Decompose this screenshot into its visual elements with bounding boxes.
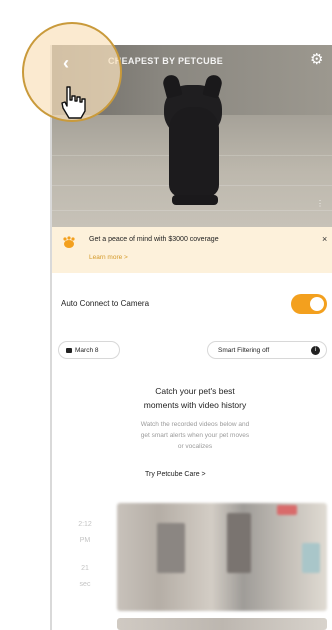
- time-label: sec: [79, 581, 91, 588]
- thumb-shape: [227, 513, 251, 573]
- date-filter-chip[interactable]: March 8: [58, 341, 120, 359]
- dog-feet: [172, 195, 218, 205]
- promo-title-line: moments with video history: [143, 400, 247, 410]
- time-label: PM: [79, 537, 91, 544]
- dots-icon[interactable]: ⋮: [316, 200, 324, 208]
- info-icon: i: [311, 346, 320, 355]
- promo-desc-line: Watch the recorded videos below and: [140, 421, 250, 428]
- hand-cursor-icon: [61, 86, 86, 119]
- try-petcube-care-link[interactable]: Try Petcube Care >: [145, 471, 206, 478]
- thumb-shape: [302, 543, 320, 573]
- toggle-knob: [310, 297, 324, 311]
- calendar-icon: [66, 348, 72, 353]
- promo-description: Watch the recorded videos below and get …: [97, 419, 293, 452]
- paw-icon: [63, 236, 75, 248]
- date-label: March 8: [75, 347, 99, 354]
- close-icon[interactable]: ×: [322, 234, 327, 244]
- banner-text: Get a peace of mind with $3000 coverage: [89, 236, 219, 243]
- promo-desc-line: or vocalizes: [177, 443, 213, 450]
- thumb-shape: [157, 523, 185, 573]
- floor-line: [52, 210, 332, 211]
- smart-filter-chip[interactable]: Smart Filtering off i: [207, 341, 327, 359]
- video-thumbnail[interactable]: [117, 503, 327, 611]
- gear-icon[interactable]: ⚙: [310, 52, 323, 67]
- promo-desc-line: get smart alerts when your pet moves: [140, 432, 250, 439]
- time-label: 2:12: [78, 521, 92, 528]
- time-label: 21: [81, 565, 89, 572]
- dog-body: [169, 107, 219, 197]
- smart-filter-label: Smart Filtering off: [218, 347, 270, 354]
- promo-title: Catch your pet's best moments with video…: [90, 384, 300, 412]
- video-thumbnail[interactable]: [117, 618, 327, 630]
- auto-connect-label: Auto Connect to Camera: [61, 299, 150, 308]
- thumb-shape: [277, 505, 297, 515]
- auto-connect-toggle[interactable]: [291, 294, 327, 314]
- learn-more-link[interactable]: Learn more >: [89, 254, 128, 261]
- camera-title: CHEAPEST BY PETCUBE: [108, 56, 224, 66]
- promo-title-line: Catch your pet's best: [155, 386, 235, 396]
- insurance-banner[interactable]: [52, 227, 332, 273]
- back-icon[interactable]: ‹: [63, 54, 69, 72]
